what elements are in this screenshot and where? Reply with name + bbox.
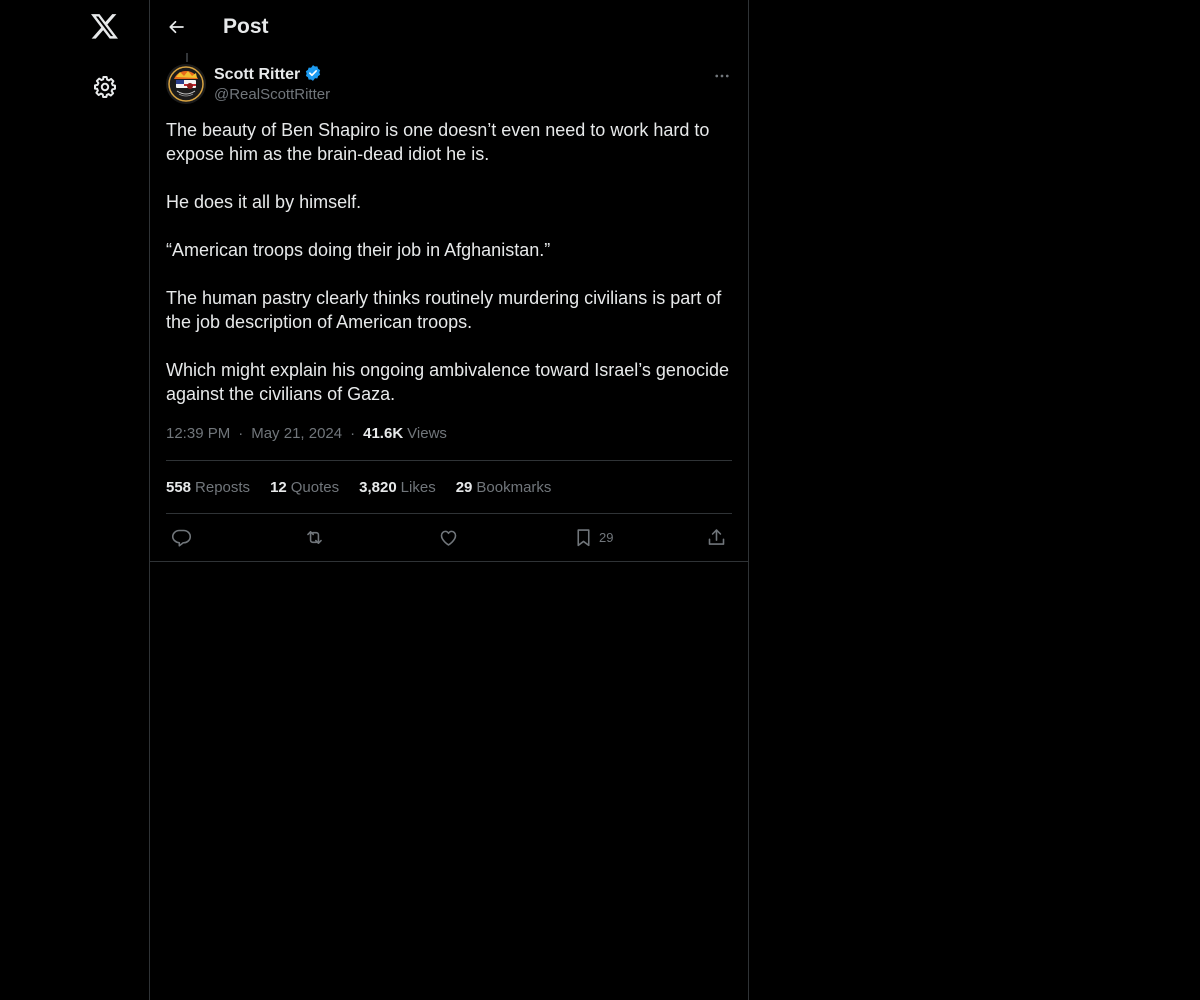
avatar[interactable] bbox=[166, 64, 206, 104]
views-count: 41.6K bbox=[363, 425, 404, 442]
top-bar: Post bbox=[150, 0, 748, 53]
verified-badge-icon[interactable] bbox=[304, 64, 322, 87]
post-paragraph: “American troops doing their job in Afgh… bbox=[166, 240, 551, 260]
quotes-count: 12 bbox=[270, 478, 287, 496]
likes-count: 3,820 bbox=[359, 478, 397, 496]
post-paragraph: The human pastry clearly thinks routinel… bbox=[166, 288, 722, 332]
side-navigation bbox=[0, 0, 149, 1000]
post-paragraph: The beauty of Ben Shapiro is one doesn’t… bbox=[166, 120, 710, 164]
bookmark-button[interactable]: 29 bbox=[573, 525, 613, 549]
repost-button[interactable] bbox=[304, 525, 325, 549]
post-date[interactable]: May 21, 2024 bbox=[251, 424, 342, 444]
heart-icon bbox=[440, 530, 457, 546]
bookmarks-count: 29 bbox=[455, 478, 473, 496]
thread-connector-line bbox=[186, 53, 188, 62]
author-name[interactable]: Scott Ritter bbox=[214, 66, 300, 84]
bookmarks-label: Bookmarks bbox=[476, 478, 552, 496]
page-title: Post bbox=[223, 15, 269, 38]
divider bbox=[150, 561, 748, 562]
quotes-label: Quotes bbox=[290, 478, 340, 496]
back-button[interactable] bbox=[166, 16, 188, 38]
likes-label: Likes bbox=[400, 478, 436, 496]
reposts-stat[interactable]: 558 Reposts bbox=[166, 479, 250, 496]
quotes-stat[interactable]: 12 Quotes bbox=[270, 479, 339, 496]
reply-button[interactable] bbox=[171, 525, 192, 549]
arrow-left-icon bbox=[169, 20, 184, 34]
post-paragraph: He does it all by himself. bbox=[166, 192, 362, 212]
gear-icon[interactable] bbox=[92, 74, 118, 100]
more-options-button[interactable] bbox=[712, 66, 732, 86]
app-layout: Post Scott Ritter @RealScottRitter The b… bbox=[0, 0, 1200, 1000]
divider bbox=[166, 460, 732, 461]
likes-stat[interactable]: 3,820 Likes bbox=[359, 479, 436, 496]
like-button[interactable] bbox=[438, 525, 459, 549]
reposts-count: 558 bbox=[166, 478, 192, 496]
post-paragraph: Which might explain his ongoing ambivale… bbox=[166, 360, 729, 404]
divider bbox=[166, 513, 732, 514]
author-name-row: Scott Ritter bbox=[214, 64, 322, 86]
more-dots-icon bbox=[715, 74, 729, 78]
post-time[interactable]: 12:39 PM bbox=[166, 424, 230, 444]
post-actions: 29 bbox=[166, 525, 732, 549]
share-button[interactable] bbox=[706, 525, 727, 549]
post-stats: 558 Reposts 12 Quotes 3,820 Likes 29 Bookmar… bbox=[166, 477, 571, 497]
main-column: Post Scott Ritter @RealScottRitter The b… bbox=[149, 0, 749, 1000]
author-handle[interactable]: @RealScottRitter bbox=[214, 86, 330, 103]
post-meta: 12:39 PM · May 21, 2024 · 41.6K Views bbox=[166, 424, 447, 444]
bookmark-icon bbox=[577, 528, 590, 546]
reply-icon bbox=[171, 529, 192, 547]
post-text: The beauty of Ben Shapiro is one doesn’t… bbox=[166, 118, 732, 406]
reposts-label: Reposts bbox=[195, 478, 251, 496]
meta-separator: · bbox=[350, 425, 356, 442]
meta-separator: · bbox=[238, 425, 244, 442]
share-icon bbox=[708, 528, 725, 545]
views-label: Views bbox=[407, 425, 447, 442]
x-logo-icon[interactable] bbox=[90, 12, 120, 42]
repost-icon bbox=[307, 530, 322, 544]
bookmark-count: 29 bbox=[599, 529, 614, 545]
bookmarks-stat[interactable]: 29 Bookmarks bbox=[456, 479, 552, 496]
